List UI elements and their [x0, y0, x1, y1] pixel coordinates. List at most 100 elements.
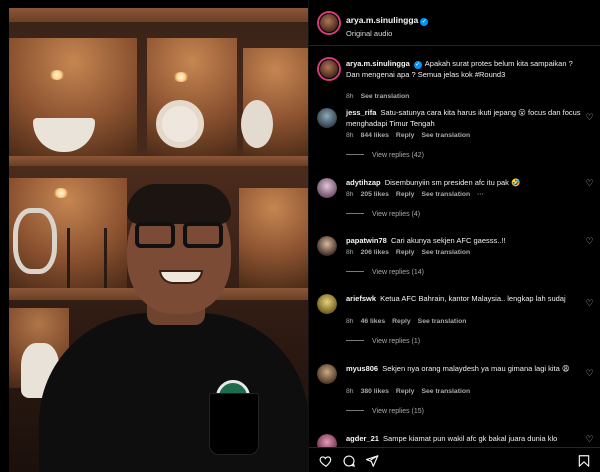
comment-body: Cari akunya sekjen AFC gaesss..!!: [390, 236, 506, 245]
reel-video-panel[interactable]: [0, 0, 308, 472]
comment-item: agder_21 Sampe kiamat pun wakil afc gk b…: [309, 431, 600, 447]
commenter-avatar[interactable]: [317, 294, 337, 314]
view-replies-button[interactable]: View replies (15): [346, 408, 424, 415]
comment-body: Sampe kiamat pun wakil afc gk bakal juar…: [383, 434, 558, 443]
like-comment-heart-icon[interactable]: ♡: [585, 113, 594, 122]
comment-likes[interactable]: 844 likes: [361, 132, 389, 139]
reply-button[interactable]: Reply: [396, 249, 415, 256]
comment-body: Sekjen nya orang malaydesh ya mau gimana…: [382, 364, 570, 373]
reel-video[interactable]: [9, 8, 308, 472]
bookmark-icon[interactable]: [577, 454, 591, 468]
comment-meta: 8h 205 likes Reply See translation ···: [346, 191, 491, 198]
verified-badge-icon: ✓: [420, 18, 429, 26]
view-replies-label[interactable]: View replies (42): [372, 152, 424, 159]
comment-item: myus806 Sekjen nya orang malaydesh ya ma…: [309, 361, 600, 417]
ceiling-light: [49, 70, 65, 80]
commenter-username[interactable]: adytihzap: [346, 178, 381, 187]
caption-time: 8h: [346, 93, 354, 100]
caption: arya.m.sinulingga ✓ Apakah surat protes be…: [309, 57, 600, 105]
see-translation-link[interactable]: See translation: [361, 93, 410, 100]
comment-body: Ketua AFC Bahrain, kantor Malaysia.. len…: [380, 294, 566, 303]
see-translation-link[interactable]: See translation: [421, 388, 470, 395]
ceiling-light: [53, 188, 69, 198]
shelf-cubby: [239, 188, 308, 288]
view-replies-button[interactable]: View replies (14): [346, 269, 424, 276]
comment-body: Satu-satunya cara kita harus ikuti jepan…: [346, 108, 581, 128]
comment-time: 8h: [346, 318, 354, 325]
reply-button[interactable]: Reply: [396, 132, 415, 139]
view-replies-button[interactable]: View replies (4): [346, 211, 420, 218]
replies-divider: [346, 154, 364, 155]
commenter-username[interactable]: agder_21: [346, 434, 379, 443]
like-comment-heart-icon[interactable]: ♡: [585, 435, 594, 444]
caption-username[interactable]: arya.m.sinulingga: [346, 59, 410, 68]
shirt-pocket: [209, 393, 259, 455]
comment-likes[interactable]: 205 likes: [361, 191, 389, 198]
commenter-avatar[interactable]: [317, 434, 337, 447]
author-username[interactable]: arya.m.sinulingga ✓: [346, 15, 429, 26]
caption-text: arya.m.sinulingga ✓ Apakah surat protes be…: [346, 58, 586, 80]
comment-meta: 8h 844 likes Reply See translation: [346, 132, 477, 139]
ceiling-light: [173, 72, 189, 82]
reply-button[interactable]: Reply: [396, 191, 415, 198]
view-replies-label[interactable]: View replies (4): [372, 211, 420, 218]
comment-likes[interactable]: 206 likes: [361, 249, 389, 256]
comment-item: ariefswk Ketua AFC Bahrain, kantor Malay…: [309, 291, 600, 347]
view-replies-label[interactable]: View replies (14): [372, 269, 424, 276]
like-comment-heart-icon[interactable]: ♡: [585, 179, 594, 188]
reply-button[interactable]: Reply: [392, 318, 411, 325]
view-replies-button[interactable]: View replies (1): [346, 338, 420, 345]
replies-divider: [346, 271, 364, 272]
see-translation-link[interactable]: See translation: [421, 249, 470, 256]
commenter-avatar[interactable]: [317, 236, 337, 256]
comment-text: myus806 Sekjen nya orang malaydesh ya ma…: [346, 363, 586, 374]
replies-divider: [346, 213, 364, 214]
commenter-avatar[interactable]: [317, 178, 337, 198]
heart-icon[interactable]: [319, 454, 333, 468]
decor-figure: [67, 228, 107, 288]
like-comment-heart-icon[interactable]: ♡: [585, 299, 594, 308]
action-bar: [309, 447, 600, 472]
shelf-top: [9, 8, 308, 22]
view-replies-button[interactable]: View replies (42): [346, 152, 424, 159]
commenter-avatar[interactable]: [317, 108, 337, 128]
comment-item: jess_rifa Satu-satunya cara kita harus i…: [309, 105, 600, 163]
replies-divider: [346, 410, 364, 411]
view-replies-label[interactable]: View replies (15): [372, 408, 424, 415]
comment-text: papatwin78 Cari akunya sekjen AFC gaesss…: [346, 235, 586, 246]
commenter-username[interactable]: papatwin78: [346, 236, 387, 245]
decor-disc: [156, 100, 204, 148]
comment-item: papatwin78 Cari akunya sekjen AFC gaesss…: [309, 233, 600, 283]
comment-icon[interactable]: [342, 454, 356, 468]
more-options-icon[interactable]: ···: [477, 191, 484, 198]
audio-label[interactable]: Original audio: [346, 29, 392, 38]
comment-likes[interactable]: 46 likes: [361, 318, 386, 325]
see-translation-link[interactable]: See translation: [421, 132, 470, 139]
comment-likes[interactable]: 380 likes: [361, 388, 389, 395]
author-username-text[interactable]: arya.m.sinulingga: [346, 15, 418, 25]
commenter-username[interactable]: myus806: [346, 364, 378, 373]
comment-time: 8h: [346, 191, 354, 198]
comment-text: jess_rifa Satu-satunya cara kita harus i…: [346, 107, 586, 129]
view-replies-label[interactable]: View replies (1): [372, 338, 420, 345]
comment-time: 8h: [346, 388, 354, 395]
commenter-avatar[interactable]: [317, 364, 337, 384]
comment-list[interactable]: arya.m.sinulingga ✓ Apakah surat protes be…: [309, 47, 600, 447]
decor-vase: [241, 100, 273, 148]
commenter-username[interactable]: ariefswk: [346, 294, 376, 303]
see-translation-link[interactable]: See translation: [418, 318, 467, 325]
decor-ring: [13, 208, 57, 274]
comment-meta: 8h 206 likes Reply See translation: [346, 249, 477, 256]
comments-pane: arya.m.sinulingga ✓ Original audio arya.m…: [308, 0, 600, 472]
post-header: arya.m.sinulingga ✓ Original audio: [309, 0, 600, 46]
replies-divider: [346, 340, 364, 341]
send-icon[interactable]: [365, 454, 379, 468]
caption-avatar[interactable]: [317, 57, 341, 81]
comment-text: adytihzap Disembunyiin sm presiden afc i…: [346, 177, 586, 188]
see-translation-link[interactable]: See translation: [421, 191, 470, 198]
author-avatar[interactable]: [317, 11, 341, 35]
commenter-username[interactable]: jess_rifa: [346, 108, 376, 117]
like-comment-heart-icon[interactable]: ♡: [585, 369, 594, 378]
like-comment-heart-icon[interactable]: ♡: [585, 237, 594, 246]
reply-button[interactable]: Reply: [396, 388, 415, 395]
